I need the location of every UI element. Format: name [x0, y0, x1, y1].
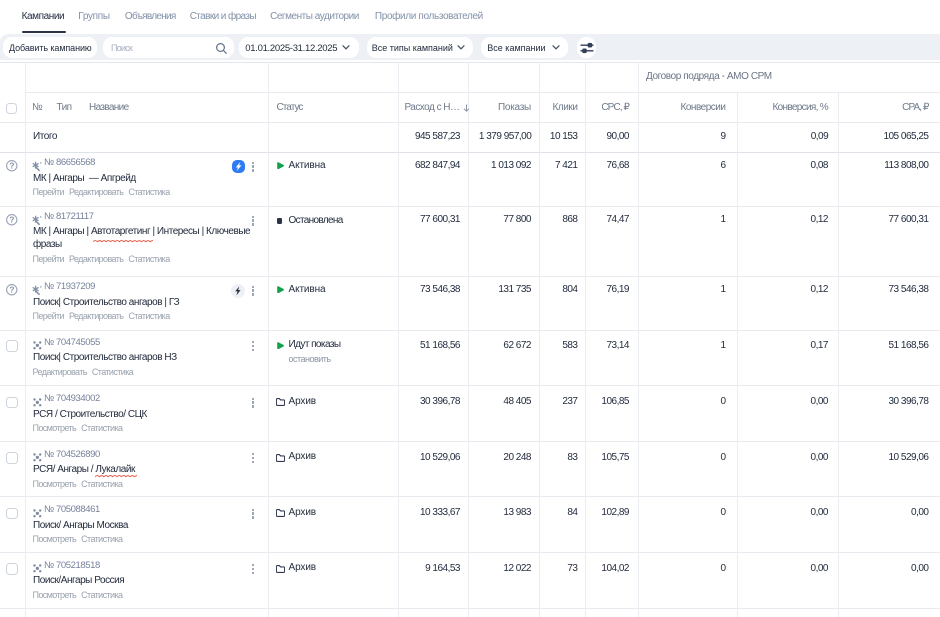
svg-text:?: ? — [9, 214, 14, 224]
svg-text:?: ? — [9, 284, 14, 294]
svg-text:?: ? — [9, 160, 14, 170]
